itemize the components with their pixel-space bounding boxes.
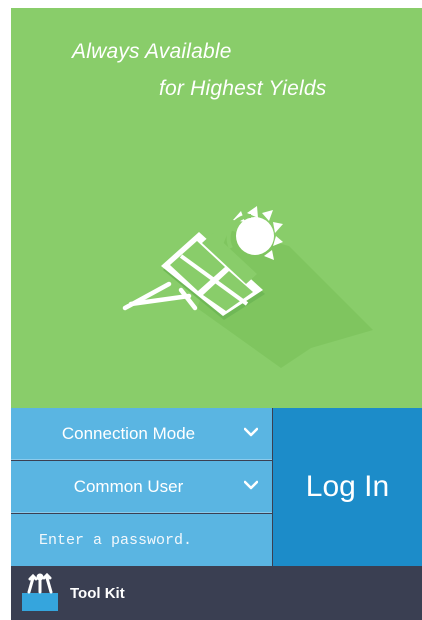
connection-mode-label: Connection Mode: [61, 423, 196, 443]
hero-banner: Always Available for Highest Yields: [11, 8, 422, 408]
app-root: Always Available for Highest Yields Conn…: [0, 0, 422, 620]
connection-mode-select[interactable]: Connection Mode: [11, 408, 272, 460]
toolkit-label: Tool Kit: [70, 584, 125, 602]
slogan-line-2: for Highest Yields: [159, 77, 327, 100]
bottom-toolbar: Tool Kit: [11, 566, 422, 620]
login-form: Connection Mode Common User Log In: [11, 408, 422, 566]
user-type-select[interactable]: Common User: [11, 461, 272, 513]
password-input[interactable]: [11, 514, 272, 566]
login-button[interactable]: Log In: [273, 408, 422, 566]
chevron-down-icon: [244, 480, 258, 490]
slogan-line-1: Always Available: [72, 40, 232, 63]
app-window: Always Available for Highest Yields Conn…: [11, 8, 422, 620]
toolkit-button[interactable]: Tool Kit: [11, 566, 125, 620]
user-type-label: Common User: [73, 476, 184, 496]
chevron-down-icon: [244, 427, 258, 437]
toolbox-icon: [22, 573, 58, 611]
solar-panel-sun-icon: [122, 206, 373, 368]
